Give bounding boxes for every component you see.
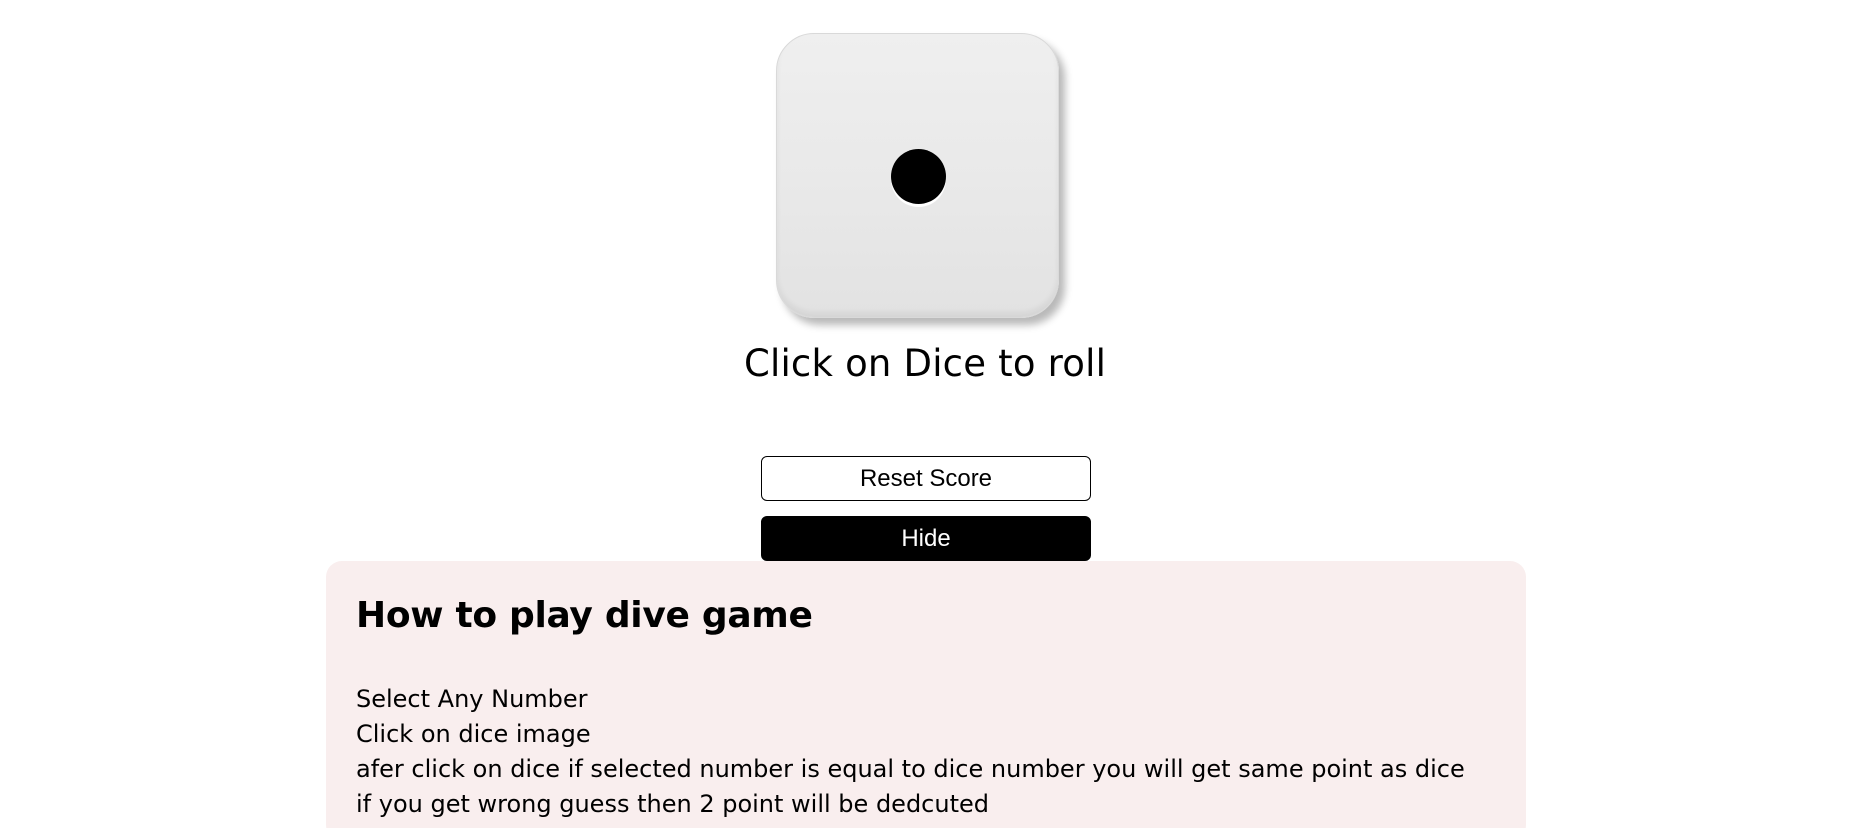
rules-list: Select Any Number Click on dice image af… <box>356 682 1465 822</box>
dice-button[interactable] <box>776 33 1061 318</box>
rules-panel: How to play dive game Select Any Number … <box>326 561 1526 828</box>
hide-rules-button[interactable]: Hide <box>761 516 1091 561</box>
dice-one-icon <box>776 33 1059 318</box>
rule-item: if you get wrong guess then 2 point will… <box>356 790 989 818</box>
page: Click on Dice to roll Reset Score Hide H… <box>0 0 1863 828</box>
rule-item: afer click on dice if selected number is… <box>356 755 1465 783</box>
roll-instruction: Click on Dice to roll <box>743 342 1107 385</box>
rule-item: Select Any Number <box>356 685 588 713</box>
reset-score-button[interactable]: Reset Score <box>761 456 1091 501</box>
dice-pip <box>891 149 946 204</box>
rule-item: Click on dice image <box>356 720 591 748</box>
rules-title: How to play dive game <box>356 595 813 636</box>
